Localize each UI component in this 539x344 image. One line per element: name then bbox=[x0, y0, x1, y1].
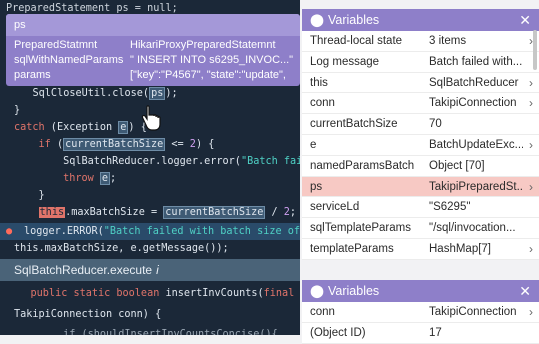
code-line: TakipiConnection conn) { bbox=[14, 309, 162, 320]
tooltip-key: sqlWithNamedParams bbox=[14, 54, 124, 66]
error-icon: ● bbox=[6, 226, 13, 237]
variable-value: Batch failed with... bbox=[429, 55, 523, 68]
variable-name: this bbox=[310, 76, 328, 89]
variable-name: serviceLd bbox=[310, 201, 360, 214]
code-line: if (shouldInsertInvCountsConcise(){ bbox=[14, 329, 278, 335]
code-line: public static boolean insertInvCounts(fi… bbox=[6, 288, 295, 299]
e-variable[interactable]: e bbox=[99, 172, 111, 185]
scrollbar[interactable] bbox=[533, 30, 537, 70]
e-variable[interactable]: e bbox=[118, 121, 129, 134]
variable-value: BatchUpdateExc... bbox=[429, 138, 523, 151]
code-line: this.maxBatchSize = currentBatchSize / 2… bbox=[38, 206, 297, 219]
variables-header[interactable]: ⬤ Variables ✕ bbox=[302, 280, 539, 302]
variable-tooltip: ps PreparedStatmnt HikariProxyPreparedSt… bbox=[6, 14, 300, 86]
variable-value: SqlBatchReducer bbox=[429, 76, 519, 89]
variable-name: currentBatchSize bbox=[310, 118, 398, 131]
chevron-right-icon[interactable]: › bbox=[529, 239, 533, 260]
variable-value: TakipiConnection bbox=[429, 306, 517, 318]
variable-row[interactable]: (Object ID) 17 bbox=[302, 323, 539, 344]
chevron-right-icon[interactable]: › bbox=[529, 135, 533, 156]
currentbatchsize-variable[interactable]: currentBatchSize bbox=[63, 138, 166, 151]
variable-row[interactable]: conn TakipiConnection › bbox=[302, 302, 539, 323]
error-line[interactable]: ● logger.ERROR("Batch failed with batch s… bbox=[0, 223, 300, 240]
code-line: if (currentBatchSize <= 2) { bbox=[38, 138, 215, 151]
tooltip-value: " INSERT INTO s6295_INVOC..." bbox=[130, 54, 294, 66]
variable-name: namedParamsBatch bbox=[310, 159, 415, 172]
variable-name: ps bbox=[310, 180, 323, 193]
chevron-right-icon[interactable]: › bbox=[529, 177, 533, 198]
variable-name: sqlTemplateParams bbox=[310, 222, 411, 235]
variable-value: 3 items bbox=[429, 35, 467, 47]
drop-icon: ⬤ bbox=[310, 13, 324, 27]
chevron-right-icon[interactable]: › bbox=[529, 73, 533, 94]
variable-row[interactable]: Thread-local state 3 items › bbox=[302, 31, 539, 52]
code-line: catch (Exception e) { bbox=[14, 121, 147, 134]
code-line: } bbox=[14, 105, 21, 116]
code-line: this.maxBatchSize, e.getMessage()); bbox=[14, 243, 229, 254]
variable-value: TakipiConnection bbox=[429, 97, 517, 110]
variable-row[interactable]: this SqlBatchReducer › bbox=[302, 73, 539, 94]
stack-frame-bar[interactable]: SqlBatchReducer.execute i bbox=[0, 259, 300, 281]
variable-name: conn bbox=[310, 306, 335, 318]
info-icon[interactable]: i bbox=[156, 263, 159, 277]
variable-value: "/sql/invocation... bbox=[429, 222, 516, 235]
variable-name: Thread-local state bbox=[310, 35, 403, 47]
ps-variable[interactable]: ps bbox=[149, 87, 166, 100]
variable-name: conn bbox=[310, 97, 335, 110]
variables-header[interactable]: ⬤ Variables ✕ bbox=[302, 9, 539, 31]
variable-row[interactable]: namedParamsBatch Object [70] bbox=[302, 156, 539, 177]
variable-row[interactable]: templateParams HashMap[7] › bbox=[302, 239, 539, 260]
variable-row[interactable]: Log message Batch failed with... bbox=[302, 52, 539, 73]
code-line: } bbox=[14, 190, 45, 201]
variable-value: Object [70] bbox=[429, 159, 485, 172]
close-icon[interactable]: ✕ bbox=[519, 280, 531, 302]
drop-icon: ⬤ bbox=[310, 284, 324, 298]
variable-name: Log message bbox=[310, 55, 380, 68]
chevron-right-icon[interactable]: › bbox=[529, 302, 533, 323]
chevron-right-icon[interactable]: › bbox=[529, 93, 533, 114]
variables-panel-secondary: ⬤ Variables ✕ conn TakipiConnection › (Object… bbox=[302, 280, 539, 344]
variable-value: HashMap[7] bbox=[429, 242, 492, 255]
variable-row[interactable]: conn TakipiConnection › bbox=[302, 93, 539, 115]
code-line: SqlBatchReducer.logger.error("Batch fail… bbox=[14, 156, 300, 167]
variable-name: e bbox=[310, 138, 317, 151]
variables-panel: ⬤ Variables ✕ Thread-local state 3 items › Lo… bbox=[302, 9, 539, 260]
tooltip-value: HikariProxyPreparedStatemnt bbox=[130, 39, 276, 51]
tooltip-key: params bbox=[14, 69, 51, 81]
hand-cursor-icon bbox=[141, 105, 161, 131]
variable-name: templateParams bbox=[310, 242, 394, 255]
variable-row[interactable]: e BatchUpdateExc... › bbox=[302, 135, 539, 156]
variable-row[interactable]: currentBatchSize 70 bbox=[302, 114, 539, 135]
tooltip-title: ps bbox=[6, 14, 300, 36]
variable-value: 17 bbox=[429, 326, 442, 339]
variable-row[interactable]: sqlTemplateParams "/sql/invocation... bbox=[302, 218, 539, 239]
variable-name: (Object ID) bbox=[310, 326, 366, 339]
tooltip-key: PreparedStatmnt bbox=[14, 39, 98, 51]
variable-row[interactable]: ps TakipiPreparedSt... › bbox=[302, 176, 539, 198]
close-icon[interactable]: ✕ bbox=[519, 9, 531, 31]
variable-row[interactable]: serviceLd "S6295" bbox=[302, 197, 539, 219]
code-line: SqlCloseUtil.close(ps); bbox=[8, 87, 178, 100]
code-line: throw e; bbox=[63, 172, 117, 185]
variable-value: TakipiPreparedSt... bbox=[429, 180, 523, 193]
variable-value: "S6295" bbox=[429, 201, 471, 214]
tooltip-value: ["key":"P4567", "state":"update", bbox=[130, 69, 286, 81]
variable-value: 70 bbox=[429, 118, 442, 131]
